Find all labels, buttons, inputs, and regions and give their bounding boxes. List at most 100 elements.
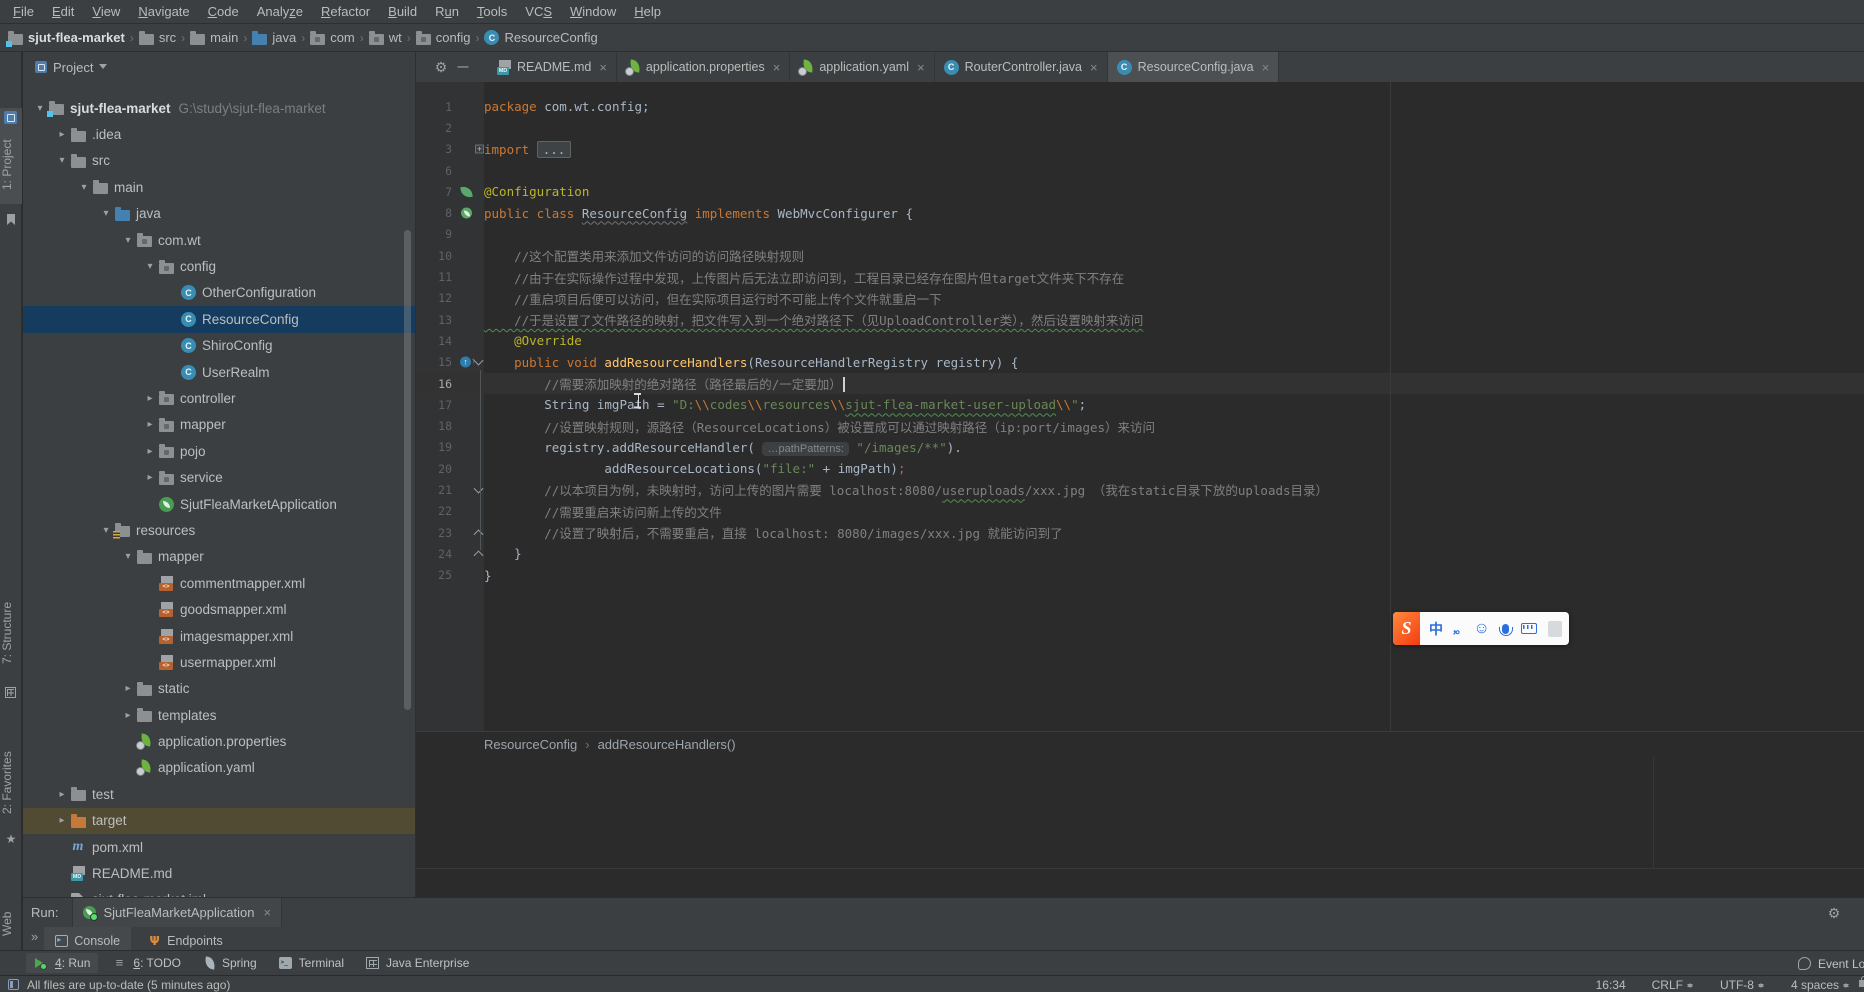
menu-run[interactable]: Run <box>426 1 468 22</box>
breadcrumb-src[interactable]: src <box>139 30 176 45</box>
tree-item-idea[interactable]: ▸.idea <box>23 121 415 147</box>
tree-item-commentmapper-xml[interactable]: commentmapper.xml <box>23 570 415 596</box>
tree-item-static[interactable]: ▸static <box>23 676 415 702</box>
breadcrumb-class[interactable]: ResourceConfig <box>484 737 577 752</box>
toolwindow-switcher-icon[interactable] <box>8 979 19 990</box>
run-inner-tab-console[interactable]: Console <box>44 927 131 950</box>
editor-tab-routercontroller-java[interactable]: RouterController.java× <box>935 52 1108 82</box>
ime-toolbox-icon[interactable] <box>1548 621 1562 637</box>
ime-punctuation-toggle[interactable]: ，。 <box>1452 621 1465 637</box>
close-icon[interactable]: × <box>1090 60 1098 75</box>
close-icon[interactable]: × <box>599 60 607 75</box>
menu-view[interactable]: View <box>83 1 129 22</box>
chevron-right-icon[interactable]: ▸ <box>141 393 159 404</box>
sidebar-item-structure[interactable]: 7: Structure <box>0 587 22 697</box>
tree-item-service[interactable]: ▸service <box>23 464 415 490</box>
spring-bean-icon[interactable] <box>461 208 472 219</box>
menu-build[interactable]: Build <box>379 1 426 22</box>
tree-item-src[interactable]: ▾src <box>23 148 415 174</box>
fold-collapse-icon[interactable] <box>474 356 484 366</box>
tree-item-pojo[interactable]: ▸pojo <box>23 438 415 464</box>
status-widget-4-spaces[interactable]: 4 spaces <box>1791 978 1850 992</box>
toolwindow-button-6-todo[interactable]: 6: TODO <box>104 953 189 973</box>
tree-item-test[interactable]: ▸test <box>23 781 415 807</box>
close-icon[interactable]: × <box>917 60 925 75</box>
breadcrumb-method[interactable]: addResourceHandlers() <box>598 737 736 752</box>
run-settings-gear[interactable] <box>1826 905 1842 921</box>
run-tab[interactable]: SjutFleaMarketApplication × <box>72 898 282 928</box>
toolwindow-button-4-run[interactable]: 4: Run <box>26 953 98 973</box>
tabbar-hide[interactable] <box>452 52 474 82</box>
tree-item-sjut-flea-market[interactable]: ▾sjut-flea-marketG:\study\sjut-flea-mark… <box>23 95 415 121</box>
chevron-right-icon[interactable]: ▸ <box>53 129 71 140</box>
tree-item-com-wt[interactable]: ▾com.wt <box>23 227 415 253</box>
chevron-down-icon[interactable]: ▾ <box>119 235 137 246</box>
tree-item-readme-md[interactable]: README.md <box>23 860 415 886</box>
fold-end-icon[interactable] <box>474 550 484 560</box>
chevron-right-icon[interactable]: ▸ <box>141 446 159 457</box>
menu-help[interactable]: Help <box>625 1 670 22</box>
bookmark-icon[interactable] <box>7 214 15 225</box>
menu-navigate[interactable]: Navigate <box>129 1 198 22</box>
editor-tab-application-properties[interactable]: application.properties× <box>617 52 790 82</box>
tree-item-sjutfleamarketapplication[interactable]: SjutFleaMarketApplication <box>23 491 415 517</box>
chevron-right-icon[interactable]: ▸ <box>119 683 137 694</box>
tree-item-main[interactable]: ▾main <box>23 174 415 200</box>
tree-item-java[interactable]: ▾java <box>23 201 415 227</box>
breadcrumb-sjut-flea-market[interactable]: sjut-flea-market <box>8 30 125 45</box>
project-panel-title[interactable]: Project <box>53 60 93 75</box>
fold-collapse-icon[interactable] <box>474 484 484 494</box>
menu-edit[interactable]: Edit <box>43 1 83 22</box>
lock-icon[interactable] <box>1859 980 1864 987</box>
breadcrumb-config[interactable]: config <box>416 30 471 45</box>
chevron-right-icon[interactable]: ▸ <box>141 419 159 430</box>
tree-item-config[interactable]: ▾config <box>23 253 415 279</box>
close-icon[interactable]: × <box>1262 60 1270 75</box>
breadcrumb-main[interactable]: main <box>190 30 238 45</box>
spring-leaf-icon[interactable] <box>460 186 472 198</box>
tree-item-resourceconfig[interactable]: ResourceConfig <box>23 306 415 332</box>
close-icon[interactable]: × <box>264 905 272 920</box>
menu-file[interactable]: File <box>4 1 43 22</box>
breadcrumb-wt[interactable]: wt <box>369 30 402 45</box>
ime-lang-toggle[interactable]: 中 <box>1429 619 1443 639</box>
tree-item-application-yaml[interactable]: application.yaml <box>23 755 415 781</box>
tree-item-imagesmapper-xml[interactable]: imagesmapper.xml <box>23 623 415 649</box>
overflow-chevrons[interactable]: » <box>31 929 38 944</box>
status-widget-utf-8[interactable]: UTF-8 <box>1720 978 1765 992</box>
tree-item-usermapper-xml[interactable]: usermapper.xml <box>23 649 415 675</box>
tree-scrollbar[interactable] <box>404 230 411 710</box>
chevron-down-icon[interactable]: ▾ <box>75 182 93 193</box>
chevron-right-icon[interactable]: ▸ <box>141 472 159 483</box>
status-widget-crlf[interactable]: CRLF <box>1652 978 1694 992</box>
menu-code[interactable]: Code <box>199 1 248 22</box>
tree-item-mapper[interactable]: ▾mapper <box>23 544 415 570</box>
sidebar-item-project[interactable]: 1: Project <box>0 108 22 204</box>
run-inner-tab-endpoints[interactable]: Endpoints <box>137 927 234 950</box>
tree-item-sjut-flea-market-iml[interactable]: sjut-flea-market.iml <box>23 887 415 897</box>
chevron-right-icon[interactable]: ▸ <box>53 815 71 826</box>
tree-item-controller[interactable]: ▸controller <box>23 385 415 411</box>
editor-tab-readme-md[interactable]: README.md× <box>488 52 617 82</box>
ime-emoji-button[interactable]: ☺ <box>1474 620 1490 638</box>
toolwindow-button-spring[interactable]: Spring <box>195 953 265 973</box>
menu-tools[interactable]: Tools <box>468 1 516 22</box>
keyboard-icon[interactable] <box>1521 623 1537 634</box>
chevron-down-icon[interactable]: ▾ <box>53 155 71 166</box>
override-method-icon[interactable] <box>460 357 471 368</box>
chevron-right-icon[interactable]: ▸ <box>119 710 137 721</box>
chevron-down-icon[interactable]: ▾ <box>97 208 115 219</box>
toolwindow-button-java-enterprise[interactable]: Java Enterprise <box>358 953 477 973</box>
chevron-down-icon[interactable]: ▾ <box>119 551 137 562</box>
breadcrumb-resourceconfig[interactable]: ResourceConfig <box>484 30 597 45</box>
menu-refactor[interactable]: Refactor <box>312 1 379 22</box>
menu-analyze[interactable]: Analyze <box>248 1 312 22</box>
tree-item-templates[interactable]: ▸templates <box>23 702 415 728</box>
microphone-icon[interactable] <box>1502 624 1509 634</box>
panel-divider[interactable] <box>415 52 416 897</box>
sogou-logo[interactable]: S <box>1393 612 1420 645</box>
tree-item-shiroconfig[interactable]: ShiroConfig <box>23 333 415 359</box>
menu-vcs[interactable]: VCS <box>516 1 561 22</box>
breadcrumb-java[interactable]: java <box>252 30 296 45</box>
fold-expand-icon[interactable]: + <box>475 145 484 154</box>
